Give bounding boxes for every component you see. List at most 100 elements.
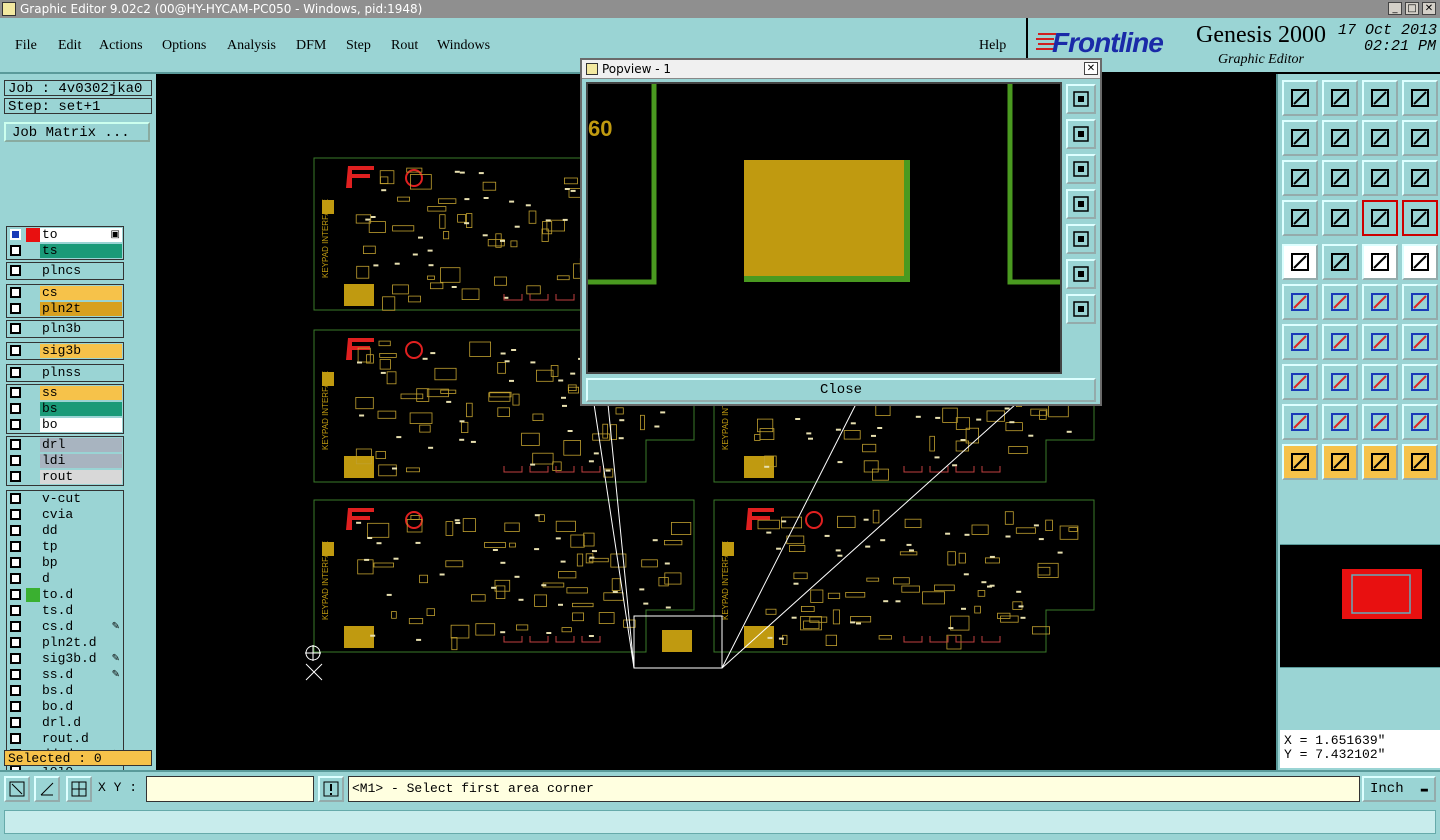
layer-row-d[interactable]: d <box>6 572 126 586</box>
layer-row-pln2t-d[interactable]: pln2t.d <box>6 636 126 650</box>
tool-button-split-view[interactable] <box>1402 80 1438 116</box>
layer-row-drl[interactable]: drl <box>6 438 126 452</box>
layer-name[interactable]: rout <box>40 470 122 484</box>
alert-button[interactable] <box>318 776 344 802</box>
layer-color-swatch[interactable] <box>26 322 40 336</box>
layer-checkbox[interactable] <box>10 387 21 398</box>
popview-tool-pan-left[interactable] <box>1066 189 1096 219</box>
layer-name[interactable]: d <box>40 572 122 586</box>
menu-step[interactable]: Step <box>346 38 371 54</box>
layer-row-ts[interactable]: ts <box>6 244 126 258</box>
layer-checkbox[interactable] <box>10 621 21 632</box>
tool-button-angle[interactable] <box>1282 324 1318 360</box>
tool-button-pan-right[interactable] <box>1322 120 1358 156</box>
tool-button-pointer-frame[interactable] <box>1322 444 1358 480</box>
tool-button-cut-line[interactable] <box>1322 364 1358 400</box>
layer-color-swatch[interactable] <box>26 700 40 714</box>
layer-name[interactable]: cs <box>40 286 122 300</box>
layer-name[interactable]: v-cut <box>40 492 122 506</box>
layer-row-bo[interactable]: bo <box>6 418 126 432</box>
layer-checkbox[interactable] <box>10 557 21 568</box>
layer-color-swatch[interactable] <box>26 588 40 602</box>
job-matrix-button[interactable]: Job Matrix ... <box>4 122 150 142</box>
menu-actions[interactable]: Actions <box>99 38 143 54</box>
layer-color-swatch[interactable] <box>26 684 40 698</box>
popview-tool-zoom-in[interactable] <box>1066 259 1096 289</box>
menu-rout[interactable]: Rout <box>391 38 418 54</box>
layer-checkbox[interactable] <box>10 701 21 712</box>
tool-button-connect-pads[interactable] <box>1282 284 1318 320</box>
zoom-box-button[interactable] <box>4 776 30 802</box>
tool-button-pan-left[interactable] <box>1282 120 1318 156</box>
layer-checkbox[interactable] <box>10 265 21 276</box>
layer-row-rout[interactable]: rout <box>6 470 126 484</box>
layer-name[interactable]: pln3b <box>40 322 122 336</box>
popview-close-icon[interactable]: ✕ <box>1084 62 1098 75</box>
layer-row-ldi[interactable]: ldi <box>6 454 126 468</box>
layer-name[interactable]: drl.d <box>40 716 122 730</box>
layer-checkbox[interactable] <box>10 303 21 314</box>
layer-name[interactable]: ss.d <box>40 668 122 682</box>
layer-checkbox[interactable] <box>10 471 21 482</box>
tool-button-ruler[interactable] <box>1362 244 1398 280</box>
layer-row-to[interactable]: to ▣ <box>6 228 126 242</box>
layer-row-dd[interactable]: dd <box>6 524 126 538</box>
units-select[interactable]: Inch ▬ <box>1362 776 1436 802</box>
tool-button-area-select[interactable] <box>1402 244 1438 280</box>
tool-button-select-arrow[interactable] <box>1282 244 1318 280</box>
layer-color-swatch[interactable] <box>26 454 40 468</box>
layer-row-bo-d[interactable]: bo.d <box>6 700 126 714</box>
layer-name[interactable]: sig3b.d <box>40 652 122 666</box>
layer-color-swatch[interactable] <box>26 264 40 278</box>
layer-color-swatch[interactable] <box>26 418 40 432</box>
popview-canvas[interactable]: 60 <box>586 82 1062 374</box>
layer-checkbox[interactable] <box>10 717 21 728</box>
layer-name[interactable]: pln2t.d <box>40 636 122 650</box>
layer-name[interactable]: bo.d <box>40 700 122 714</box>
layer-checkbox[interactable] <box>10 637 21 648</box>
layer-checkbox[interactable] <box>10 287 21 298</box>
layer-name[interactable]: bs.d <box>40 684 122 698</box>
layer-color-swatch[interactable] <box>26 620 40 634</box>
layer-color-swatch[interactable] <box>26 652 40 666</box>
layer-color-swatch[interactable] <box>26 302 40 316</box>
layer-row-bs-d[interactable]: bs.d <box>6 684 126 698</box>
layer-color-swatch[interactable] <box>26 604 40 618</box>
layer-checkbox[interactable] <box>10 323 21 334</box>
tool-button-fit-all[interactable] <box>1282 160 1318 196</box>
tool-button-pad-add[interactable] <box>1402 284 1438 320</box>
layer-color-swatch[interactable] <box>26 572 40 586</box>
tool-button-netlist-red[interactable] <box>1402 200 1438 236</box>
layer-checkbox[interactable] <box>10 541 21 552</box>
layer-color-swatch[interactable] <box>26 286 40 300</box>
close-window-button[interactable]: ✕ <box>1422 2 1436 15</box>
layer-row-plncs[interactable]: plncs <box>6 264 126 278</box>
layer-color-swatch[interactable] <box>26 492 40 506</box>
popview-tool-pan-down[interactable] <box>1066 154 1096 184</box>
layer-name[interactable]: sig3b <box>40 344 122 358</box>
layer-row-cs[interactable]: cs <box>6 286 126 300</box>
layer-name[interactable]: rout.d <box>40 732 122 746</box>
layer-name[interactable]: plnss <box>40 366 122 380</box>
tool-button-redo-view[interactable] <box>1402 120 1438 156</box>
layer-row-bp[interactable]: bp <box>6 556 126 570</box>
layer-color-swatch[interactable] <box>26 470 40 484</box>
layer-name[interactable]: dd <box>40 524 122 538</box>
popview-tool-pan-right[interactable] <box>1066 224 1096 254</box>
layer-name[interactable]: ss <box>40 386 122 400</box>
layer-color-swatch[interactable] <box>26 716 40 730</box>
tool-button-home[interactable] <box>1362 80 1398 116</box>
maximize-button[interactable]: □ <box>1405 2 1419 15</box>
layer-row-plnss[interactable]: plnss <box>6 366 126 380</box>
tool-button-arch-cut[interactable] <box>1402 404 1438 440</box>
tool-button-route[interactable] <box>1402 444 1438 480</box>
layer-color-swatch[interactable] <box>26 524 40 538</box>
tool-button-pad-edit[interactable] <box>1282 364 1318 400</box>
tool-button-netlist[interactable] <box>1362 200 1398 236</box>
xy-input[interactable] <box>146 776 314 802</box>
layer-name[interactable]: drl <box>40 438 122 452</box>
tool-button-rotate[interactable] <box>1362 324 1398 360</box>
tool-button-resize[interactable] <box>1362 364 1398 400</box>
popview-tool-zoom-fit[interactable] <box>1066 84 1096 114</box>
layer-row-cs-d[interactable]: cs.d ✎ <box>6 620 126 634</box>
